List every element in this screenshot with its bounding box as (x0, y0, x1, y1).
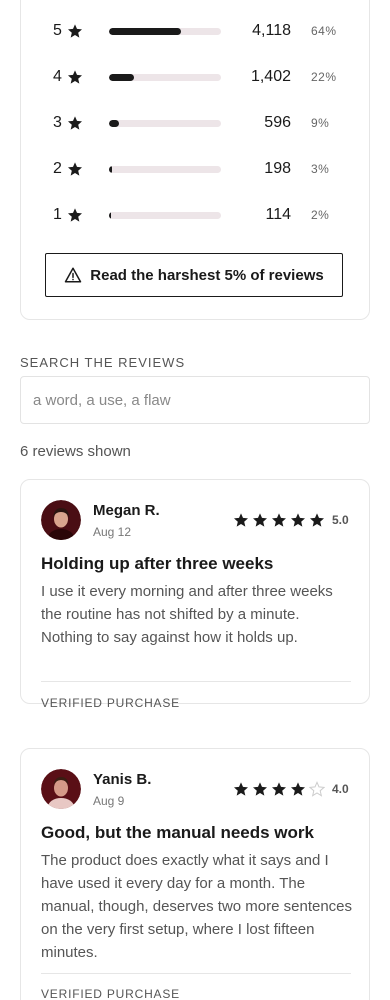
harshest-reviews-label: Read the harshest 5% of reviews (90, 266, 324, 284)
review-body: I use it every morning and after three w… (41, 583, 333, 646)
rating-count: 4,118 (252, 22, 291, 39)
rating-label: 1 (53, 206, 62, 223)
star-filled-icon (272, 513, 286, 527)
star-filled-icon (253, 513, 267, 527)
star-rating (233, 512, 325, 528)
star-empty-icon (309, 781, 325, 797)
rating-row-3[interactable]: 3 596 9% (21, 111, 371, 135)
rating-percent: 3% (311, 162, 330, 176)
rating-bar (109, 74, 221, 81)
rating-percent: 64% (311, 24, 337, 38)
star-filled-icon (253, 782, 267, 796)
review-score: 4.0 (332, 782, 349, 796)
rating-row-2[interactable]: 2 198 3% (21, 157, 371, 181)
rating-bar (109, 166, 221, 173)
review-title: Good, but the manual needs work (41, 823, 314, 842)
star-filled-icon (310, 513, 324, 527)
rating-row-5[interactable]: 5 4,118 64% (21, 19, 371, 43)
review-date: Aug 12 (93, 525, 132, 539)
reviewer-name: Megan R. (93, 502, 160, 519)
rating-bar-fill (109, 212, 112, 219)
harshest-reviews-button[interactable]: Read the harshest 5% of reviews (45, 253, 343, 297)
rating-percent: 9% (311, 116, 330, 130)
divider (41, 973, 351, 974)
rating-summary-card: 5 4,118 64% 4 1,402 22% 3 596 9% 2 198 3… (20, 0, 370, 320)
star-filled-icon (272, 782, 286, 796)
avatar (41, 500, 81, 540)
verified-badge: VERIFIED PURCHASE (41, 696, 180, 710)
verified-badge: VERIFIED PURCHASE (41, 987, 180, 1000)
review-body: The product does exactly what it says an… (41, 852, 353, 961)
rating-row-1[interactable]: 1 114 2% (21, 203, 371, 227)
warning-icon (64, 266, 82, 284)
review-card: Yanis B. Aug 9 4.0 Good, but the manual … (20, 748, 370, 1000)
star-icon (67, 69, 83, 85)
rating-percent: 2% (311, 208, 330, 222)
rating-bar-fill (109, 120, 120, 127)
rating-bar (109, 28, 221, 35)
review-score: 5.0 (332, 513, 349, 527)
reviewer-name: Yanis B. (93, 771, 152, 788)
rating-label: 3 (53, 114, 62, 131)
search-input[interactable] (20, 376, 370, 424)
star-rating (233, 781, 325, 797)
rating-count: 198 (264, 160, 291, 177)
star-icon (67, 161, 83, 177)
rating-label: 2 (53, 160, 62, 177)
rating-count: 596 (264, 114, 291, 131)
star-icon (67, 207, 83, 223)
rating-percent: 22% (311, 70, 337, 84)
review-date: Aug 9 (93, 794, 125, 808)
reviews-count: 6 reviews shown (20, 443, 131, 460)
rating-label: 5 (53, 22, 62, 39)
star-filled-icon (234, 782, 248, 796)
divider (41, 681, 351, 682)
rating-row-4[interactable]: 4 1,402 22% (21, 65, 371, 89)
rating-label: 4 (53, 68, 62, 85)
star-icon (67, 23, 83, 39)
rating-count: 114 (265, 206, 291, 223)
rating-bar (109, 212, 221, 219)
search-label: SEARCH THE REVIEWS (20, 355, 186, 370)
rating-bar-fill (109, 74, 134, 81)
review-title: Holding up after three weeks (41, 554, 274, 573)
rating-bar-fill (109, 166, 113, 173)
star-filled-icon (291, 782, 305, 796)
star-icon (67, 115, 83, 131)
review-card: Megan R. Aug 12 5.0 Holding up after thr… (20, 479, 370, 710)
rating-bar (109, 120, 221, 127)
rating-bar-fill (109, 28, 181, 35)
rating-count: 1,402 (250, 68, 291, 85)
star-filled-icon (234, 513, 248, 527)
avatar (41, 769, 81, 809)
star-filled-icon (291, 513, 305, 527)
